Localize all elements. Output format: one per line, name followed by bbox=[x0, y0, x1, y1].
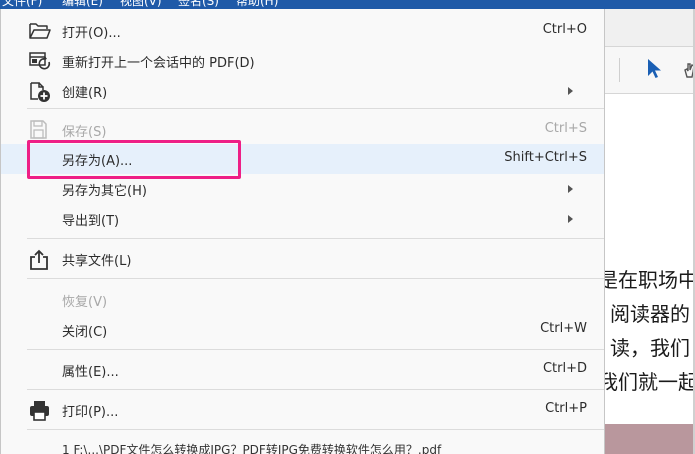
document-image-strip bbox=[604, 424, 695, 454]
menu-item-label: 保存(S) bbox=[62, 125, 107, 140]
menu-item-properties[interactable]: 属性(E)... Ctrl+D bbox=[1, 355, 604, 385]
menu-item-label: 打开(O)... bbox=[62, 26, 121, 41]
submenu-arrow-icon bbox=[568, 87, 573, 95]
menu-item-shortcut: Ctrl+D bbox=[542, 361, 587, 376]
folder-open-icon bbox=[28, 21, 51, 41]
share-icon bbox=[28, 249, 50, 270]
reopen-session-icon bbox=[28, 51, 51, 71]
menu-item-shortcut: Ctrl+P bbox=[545, 401, 587, 416]
menu-item-label: 属性(E)... bbox=[62, 365, 119, 380]
menu-item-share[interactable]: 共享文件(L) bbox=[1, 244, 604, 274]
menubar-item-view[interactable]: 视图(V) bbox=[120, 0, 162, 9]
submenu-arrow-icon bbox=[568, 215, 573, 223]
file-menu: 打开(O)... Ctrl+O 重新打开上一个会话中的 PDF(D) 创建(R)… bbox=[0, 9, 605, 454]
toolbar-divider bbox=[619, 58, 620, 82]
document-line: 读，我们 bbox=[610, 336, 690, 360]
menu-item-label: 1 F:\...\PDF文件怎么转换成JPG？PDF转JPG免费转换软件怎么用？… bbox=[62, 443, 442, 454]
menu-item-label: 另存为其它(H) bbox=[62, 184, 147, 199]
menu-item-reopen-session[interactable]: 重新打开上一个会话中的 PDF(D) bbox=[1, 46, 604, 76]
document-line: 阅读器的 bbox=[610, 302, 690, 326]
menu-separator bbox=[27, 349, 604, 350]
menu-item-print[interactable]: 打印(P)... Ctrl+P bbox=[1, 395, 604, 425]
document-line: 我们就一起 bbox=[598, 370, 695, 394]
menu-item-open[interactable]: 打开(O)... Ctrl+O bbox=[1, 16, 604, 46]
menu-separator bbox=[27, 278, 604, 279]
menu-item-close[interactable]: 关闭(C) Ctrl+W bbox=[1, 315, 604, 345]
menu-item-label: 打印(P)... bbox=[62, 405, 119, 420]
menu-item-label: 关闭(C) bbox=[62, 325, 108, 340]
menu-item-label: 共享文件(L) bbox=[62, 254, 132, 269]
menu-item-label: 创建(R) bbox=[62, 86, 108, 101]
menu-separator bbox=[27, 238, 604, 239]
menu-item-shortcut: Shift+Ctrl+S bbox=[504, 150, 587, 165]
menu-separator bbox=[27, 108, 604, 109]
menu-separator bbox=[27, 429, 604, 430]
menu-item-label: 重新打开上一个会话中的 PDF(D) bbox=[62, 56, 255, 71]
menubar-item-sign[interactable]: 签名(S) bbox=[178, 0, 219, 9]
menu-item-create[interactable]: 创建(R) bbox=[1, 76, 604, 106]
menu-item-recent-file[interactable]: 1 F:\...\PDF文件怎么转换成JPG？PDF转JPG免费转换软件怎么用？… bbox=[1, 435, 604, 454]
menubar-item-edit[interactable]: 编辑(E) bbox=[62, 0, 103, 9]
menu-item-label: 导出到(T) bbox=[62, 214, 120, 229]
create-pdf-icon bbox=[28, 81, 50, 102]
menu-item-revert[interactable]: 恢复(V) bbox=[1, 285, 604, 315]
document-line: 是在职场中 bbox=[598, 268, 695, 292]
menu-item-shortcut: Ctrl+O bbox=[542, 22, 587, 37]
save-icon bbox=[28, 120, 50, 140]
document-page: 是在职场中 阅读器的 读，我们 我们就一起 bbox=[598, 94, 695, 424]
menubar: 文件(F) 编辑(E) 视图(V) 签名(S) 帮助(H) bbox=[0, 0, 695, 9]
highlight-annotation bbox=[27, 140, 241, 179]
print-icon bbox=[28, 400, 50, 421]
menu-item-export-to[interactable]: 导出到(T) bbox=[1, 204, 604, 234]
menu-separator bbox=[27, 389, 604, 390]
tab-strip bbox=[604, 9, 695, 47]
menubar-item-help[interactable]: 帮助(H) bbox=[236, 0, 278, 9]
menu-item-shortcut: Ctrl+W bbox=[540, 321, 587, 336]
menubar-item-file[interactable]: 文件(F) bbox=[2, 0, 42, 9]
submenu-arrow-icon bbox=[568, 185, 573, 193]
select-cursor-icon[interactable] bbox=[646, 58, 662, 84]
menu-item-shortcut: Ctrl+S bbox=[544, 121, 587, 136]
menu-item-label: 恢复(V) bbox=[62, 295, 108, 310]
